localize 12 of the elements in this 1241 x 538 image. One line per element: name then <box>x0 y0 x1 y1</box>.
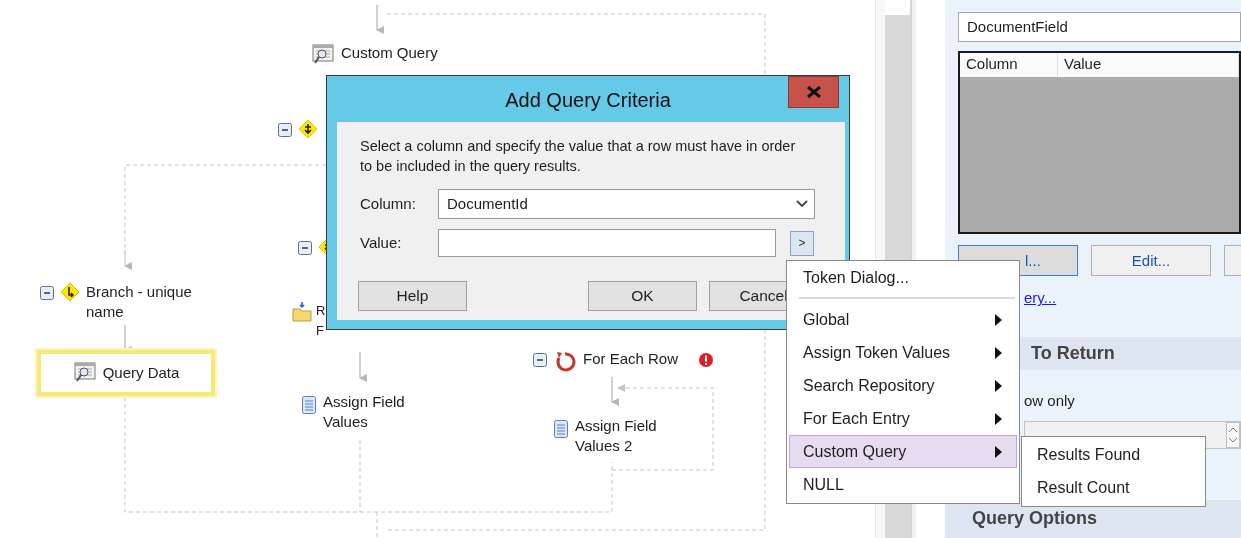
node-label: Query Data <box>102 363 180 383</box>
dialog-title: Add Query Criteria <box>505 88 671 113</box>
node-label: Custom Query <box>341 43 439 63</box>
field-label: Value: <box>360 232 403 253</box>
option-label: ow only <box>1024 391 1075 412</box>
node-label: Assign Field Values <box>323 392 406 432</box>
node-label: R F <box>316 302 325 340</box>
node-label: Assign Field Values 2 <box>575 416 658 456</box>
node-label: For Each Row <box>583 349 679 369</box>
field-label: Column: <box>360 193 417 214</box>
description-text: Select a column and specify the value that a row must have in order to be included in the query results. <box>360 137 797 176</box>
node-label: Branch - unique name <box>86 282 193 322</box>
